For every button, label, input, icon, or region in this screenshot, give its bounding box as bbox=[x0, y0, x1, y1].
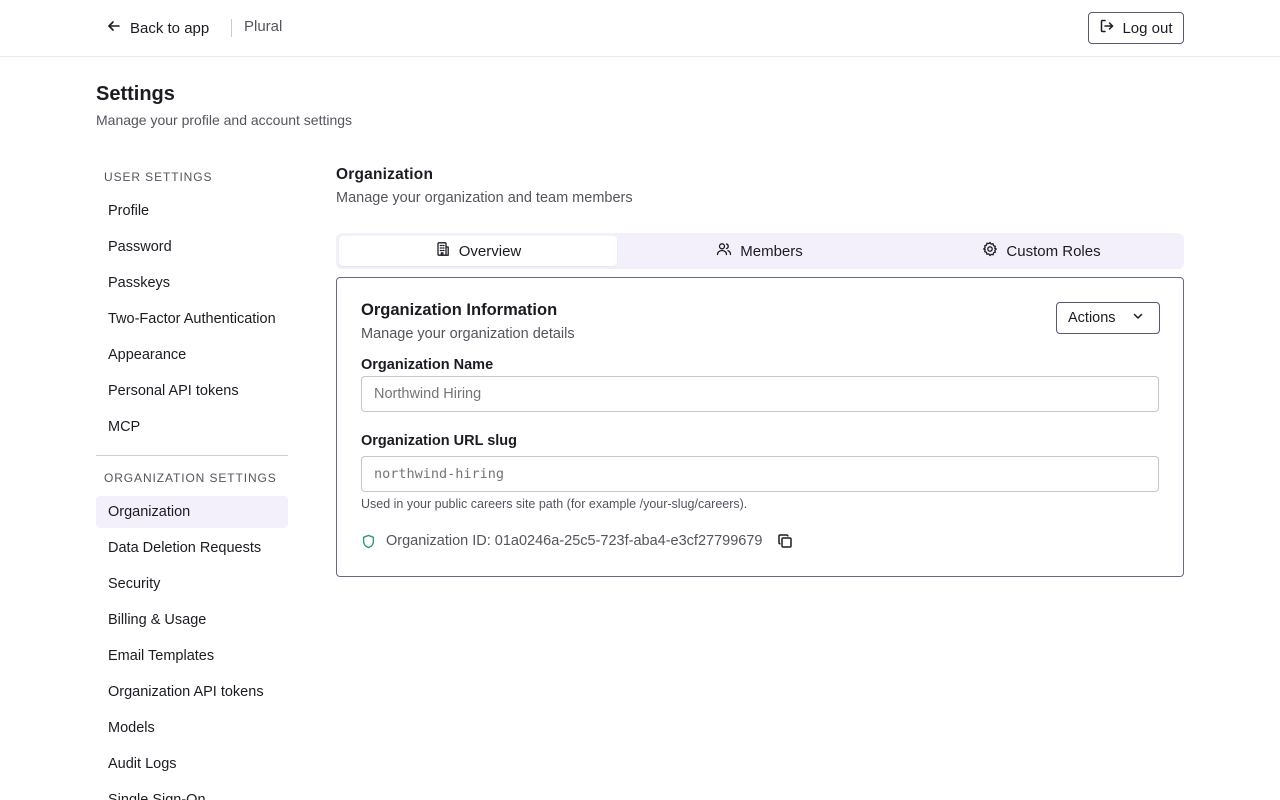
sidebar-item-password[interactable]: Password bbox=[96, 231, 288, 263]
sidebar-item-billing-usage[interactable]: Billing & Usage bbox=[96, 604, 288, 636]
sidebar-item-audit-logs[interactable]: Audit Logs bbox=[96, 748, 288, 780]
tab-label: Overview bbox=[458, 242, 522, 260]
sidebar-item-label: Billing & Usage bbox=[108, 612, 207, 628]
sidebar-item-label: Passkeys bbox=[108, 275, 171, 291]
sidebar-item-label: Personal API tokens bbox=[108, 383, 239, 399]
organization-settings-heading: ORGANIZATION SETTINGS bbox=[104, 471, 277, 485]
sidebar-item-organization[interactable]: Organization bbox=[96, 496, 288, 528]
arrow-left-icon bbox=[106, 18, 122, 38]
sidebar-item-data-deletion-requests[interactable]: Data Deletion Requests bbox=[96, 532, 288, 564]
copy-icon[interactable] bbox=[774, 530, 796, 552]
sidebar-item-label: Password bbox=[108, 239, 172, 255]
sidebar-item-organization-api-tokens[interactable]: Organization API tokens bbox=[96, 676, 288, 708]
sidebar-item-mcp[interactable]: MCP bbox=[96, 411, 288, 443]
organization-id-text: Organization ID: 01a0246a-25c5-723f-aba4… bbox=[386, 533, 763, 549]
sidebar-item-label: Data Deletion Requests bbox=[108, 540, 262, 556]
page-title: Settings bbox=[96, 83, 175, 105]
tab-overview[interactable]: Overview bbox=[339, 236, 617, 266]
building-icon bbox=[435, 241, 451, 261]
page-subtitle: Manage your profile and account settings bbox=[96, 112, 353, 128]
organization-name-input[interactable] bbox=[361, 376, 1159, 412]
brand-name: Plural bbox=[244, 18, 283, 35]
sidebar-item-label: Appearance bbox=[108, 347, 187, 363]
slug-help-text: Used in your public careers site path (f… bbox=[361, 497, 748, 511]
section-subtitle: Manage your organization and team member… bbox=[336, 190, 633, 206]
actions-dropdown-button[interactable]: Actions bbox=[1056, 302, 1160, 334]
log-out-icon bbox=[1099, 18, 1115, 38]
sidebar-item-passkeys[interactable]: Passkeys bbox=[96, 267, 288, 299]
sidebar-item-profile[interactable]: Profile bbox=[96, 195, 288, 227]
sidebar-item-personal-api-tokens[interactable]: Personal API tokens bbox=[96, 375, 288, 407]
card-subtitle: Manage your organization details bbox=[361, 326, 575, 342]
card-title: Organization Information bbox=[361, 301, 558, 319]
sidebar-item-label: Models bbox=[108, 720, 155, 736]
tab-label: Members bbox=[740, 242, 803, 260]
sidebar-item-label: Profile bbox=[108, 203, 150, 219]
gear-icon bbox=[982, 241, 998, 261]
tab-members[interactable]: Members bbox=[621, 236, 898, 266]
back-to-app-link[interactable]: Back to app bbox=[106, 17, 209, 39]
organization-id-row: Organization ID: 01a0246a-25c5-723f-aba4… bbox=[361, 531, 796, 551]
organization-info-card: Organization Information Manage your org… bbox=[336, 277, 1184, 577]
sidebar-item-label: Two-Factor Authentication bbox=[108, 311, 276, 327]
sidebar-item-models[interactable]: Models bbox=[96, 712, 288, 744]
sidebar-item-label: Email Templates bbox=[108, 648, 215, 664]
tab-label: Custom Roles bbox=[1006, 242, 1101, 260]
sidebar-item-label: Organization API tokens bbox=[108, 684, 264, 700]
back-to-app-label: Back to app bbox=[130, 19, 210, 37]
sidebar-item-single-sign-on[interactable]: Single Sign-On bbox=[96, 784, 288, 800]
log-out-button[interactable]: Log out bbox=[1088, 12, 1184, 44]
organization-slug-input[interactable] bbox=[361, 456, 1159, 492]
sidebar-item-label: Single Sign-On bbox=[108, 792, 206, 800]
organization-tabs: Overview Members Custom Roles bbox=[336, 233, 1184, 269]
chevron-down-icon bbox=[1131, 309, 1145, 327]
shield-icon bbox=[361, 534, 376, 549]
top-bar: Back to app Plural Log out bbox=[0, 0, 1280, 57]
sidebar-item-two-factor[interactable]: Two-Factor Authentication bbox=[96, 303, 288, 335]
user-settings-heading: USER SETTINGS bbox=[104, 170, 213, 184]
log-out-label: Log out bbox=[1122, 19, 1173, 37]
sidebar-item-appearance[interactable]: Appearance bbox=[96, 339, 288, 371]
sidebar-divider bbox=[96, 455, 288, 456]
tab-custom-roles[interactable]: Custom Roles bbox=[902, 236, 1181, 266]
brand-divider bbox=[231, 19, 232, 37]
sidebar-item-label: Security bbox=[108, 576, 161, 592]
users-icon bbox=[716, 241, 732, 261]
sidebar-item-security[interactable]: Security bbox=[96, 568, 288, 600]
sidebar-item-email-templates[interactable]: Email Templates bbox=[96, 640, 288, 672]
organization-name-label: Organization Name bbox=[361, 357, 494, 373]
section-title: Organization bbox=[336, 166, 434, 183]
actions-label: Actions bbox=[1068, 310, 1116, 326]
sidebar-item-label: MCP bbox=[108, 419, 141, 435]
sidebar-item-label: Audit Logs bbox=[108, 756, 177, 772]
sidebar-item-label: Organization bbox=[108, 504, 191, 520]
organization-slug-label: Organization URL slug bbox=[361, 433, 518, 449]
